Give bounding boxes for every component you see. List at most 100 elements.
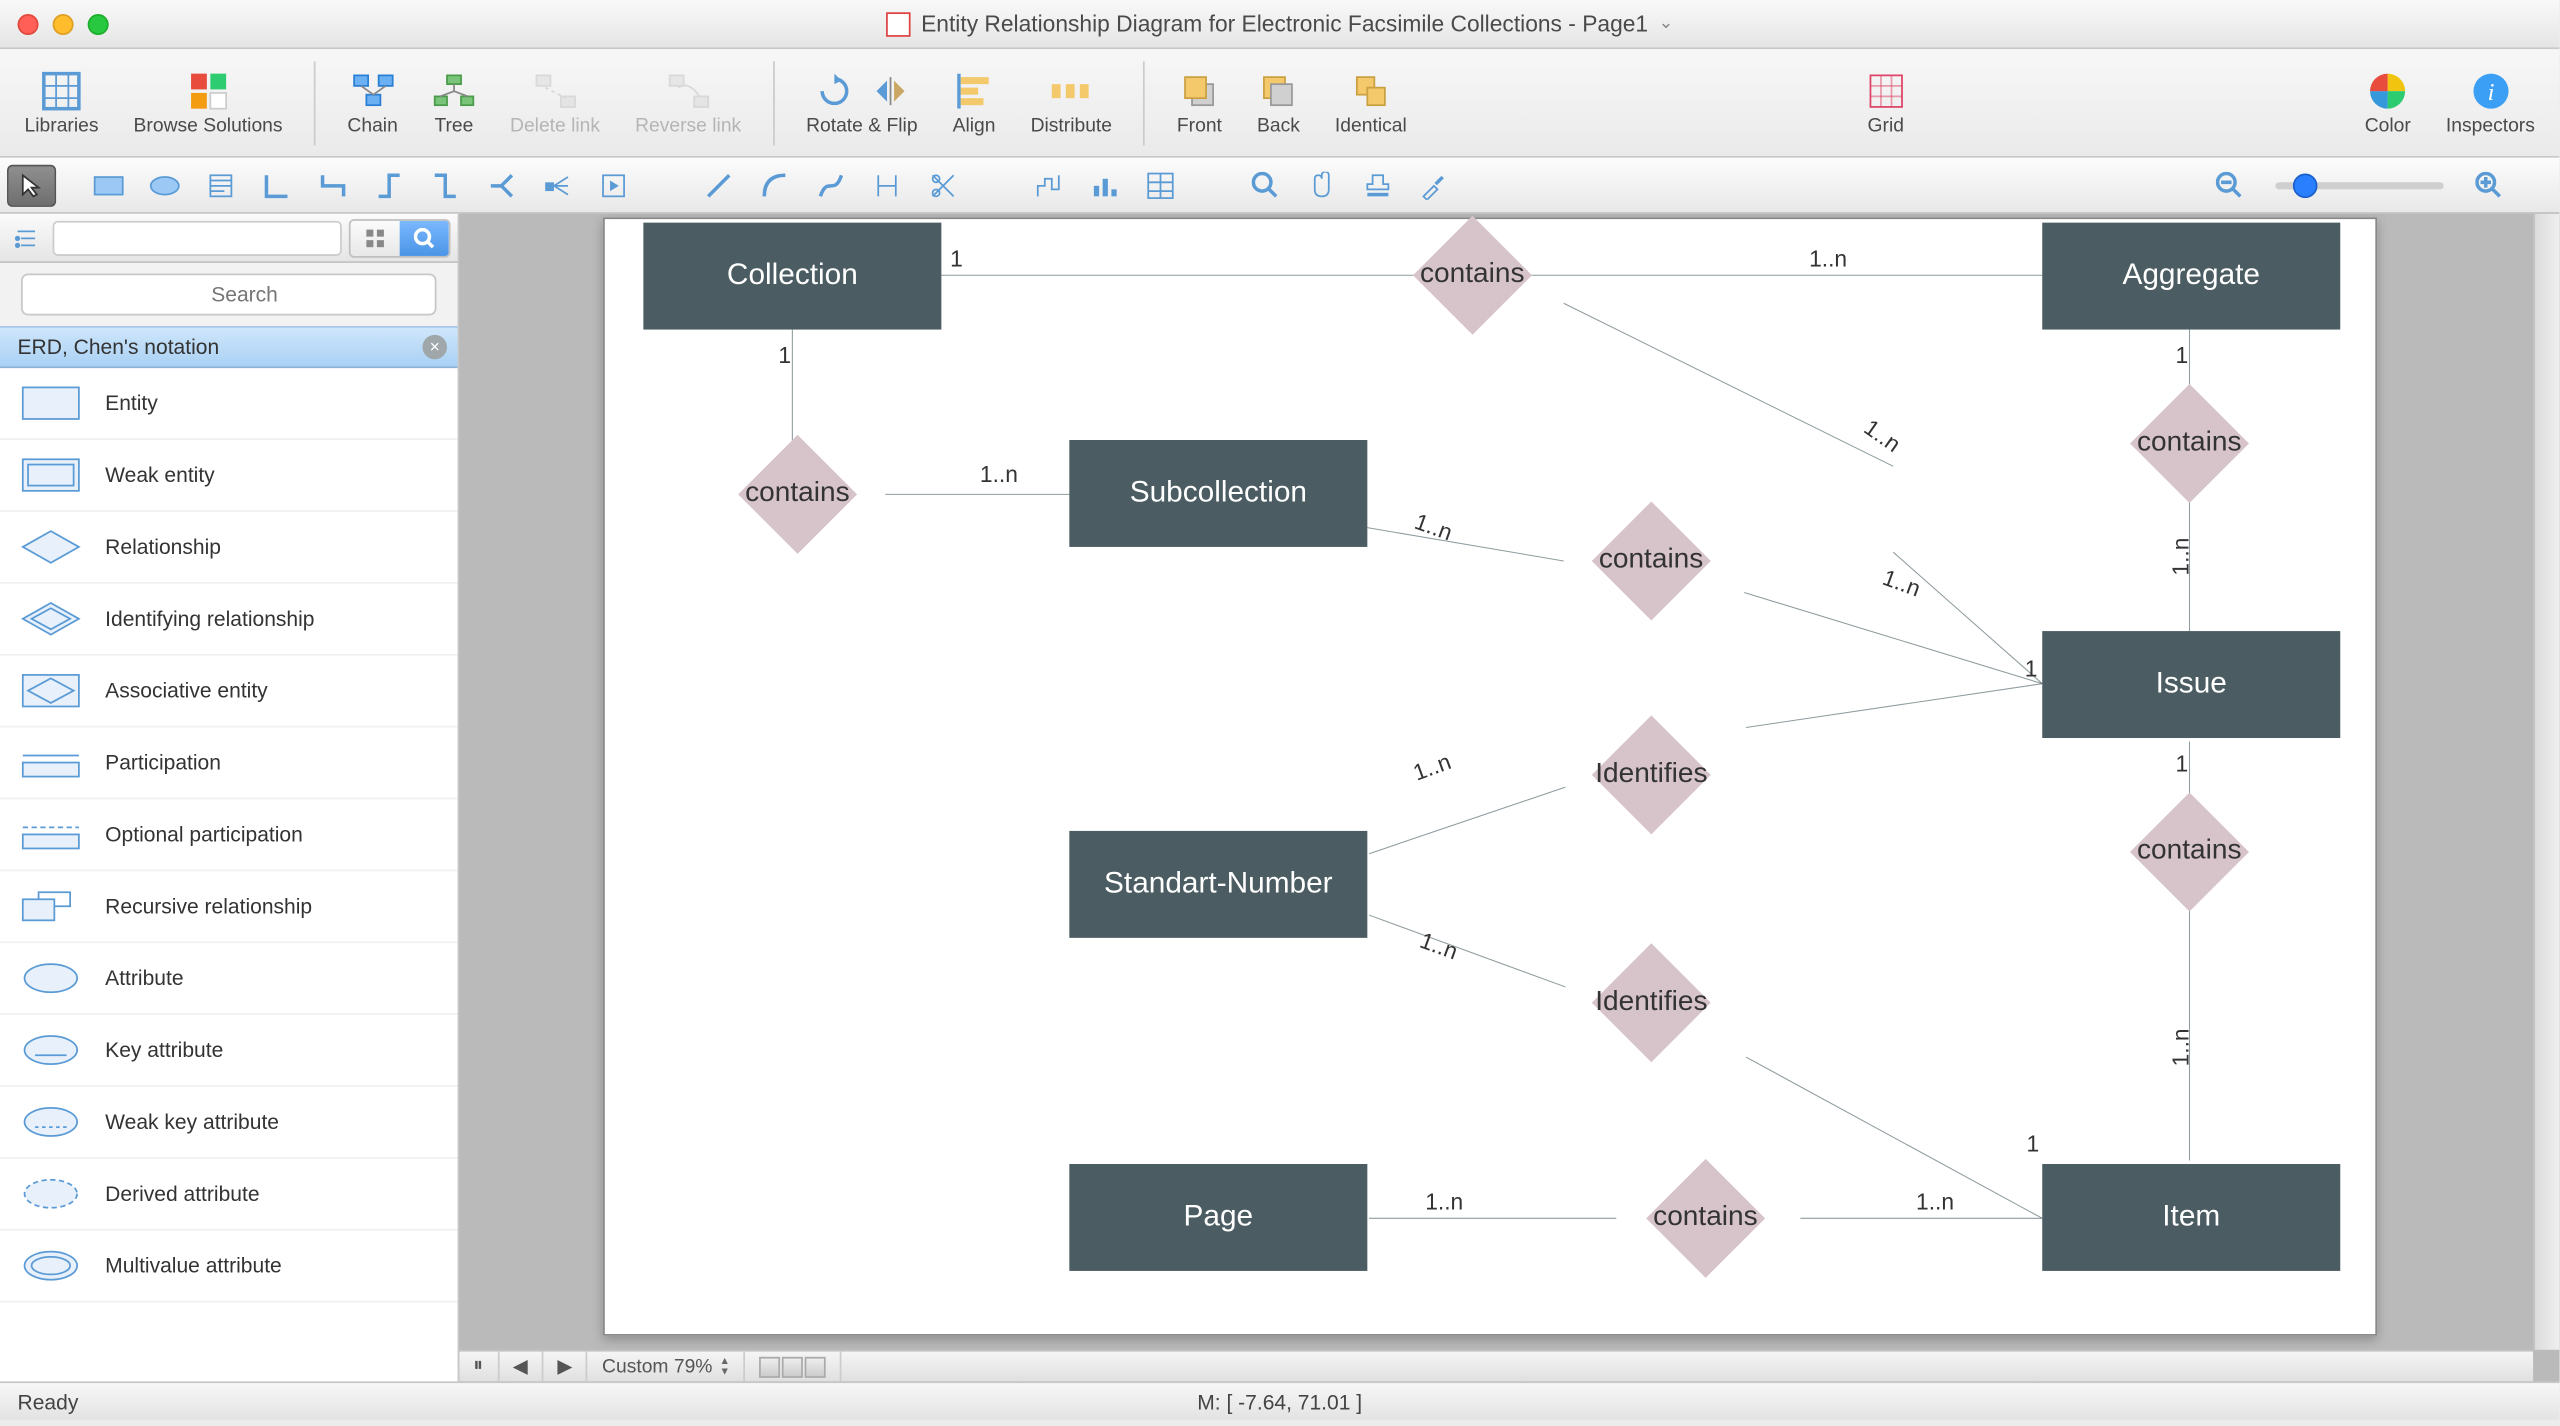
tree-label: Tree: [434, 115, 473, 136]
tree-view-icon[interactable]: [7, 216, 46, 258]
trim-tool[interactable]: [919, 164, 968, 206]
hand-tool[interactable]: [1297, 164, 1346, 206]
spline-tool[interactable]: [806, 164, 855, 206]
list-item-label: Participation: [105, 750, 221, 775]
zoom-slider-thumb[interactable]: [2293, 173, 2318, 198]
pause-button[interactable]: ⏸: [459, 1352, 498, 1382]
entity-box[interactable]: Standart-Number: [1069, 831, 1367, 938]
canvas-area[interactable]: Collection Aggregate Subcollection Issue…: [459, 214, 2559, 1381]
close-icon[interactable]: ×: [422, 335, 447, 360]
list-item[interactable]: Participation: [0, 727, 458, 799]
list-item[interactable]: Associative entity: [0, 656, 458, 728]
rotate-flip-button[interactable]: Rotate & Flip: [796, 66, 929, 140]
list-item[interactable]: Entity: [0, 368, 458, 440]
library-path-input[interactable]: [53, 220, 342, 255]
tree-button[interactable]: Tree: [422, 66, 485, 140]
color-button[interactable]: Color: [2354, 66, 2421, 140]
pointer-tool[interactable]: [7, 164, 56, 206]
reverse-link-label: Reverse link: [635, 115, 741, 136]
zoom-slider[interactable]: [2275, 181, 2443, 188]
list-item[interactable]: Weak entity: [0, 440, 458, 512]
connector-zigzag-tool[interactable]: [421, 164, 470, 206]
connector-elbow-tool[interactable]: [365, 164, 414, 206]
chart-tool[interactable]: [1080, 164, 1129, 206]
distribute-button[interactable]: Distribute: [1020, 66, 1122, 140]
cardinality-label: 1..n: [2167, 538, 2193, 576]
entity-box[interactable]: Subcollection: [1069, 440, 1367, 547]
list-item[interactable]: Key attribute: [0, 1015, 458, 1087]
libraries-button[interactable]: Libraries: [14, 66, 109, 140]
next-page-button[interactable]: ▶: [543, 1352, 588, 1382]
tree-icon: [433, 69, 475, 111]
front-button[interactable]: Front: [1166, 66, 1232, 140]
list-item[interactable]: Attribute: [0, 943, 458, 1015]
vertical-scrollbar[interactable]: [2533, 214, 2559, 1350]
identical-button[interactable]: Identical: [1324, 66, 1417, 140]
line-tool[interactable]: [694, 164, 743, 206]
prev-page-button[interactable]: ◀: [499, 1352, 544, 1382]
entity-box[interactable]: Issue: [2042, 631, 2340, 738]
timeline-tool[interactable]: [1024, 164, 1073, 206]
connector-l-tool[interactable]: [252, 164, 301, 206]
front-label: Front: [1177, 115, 1222, 136]
arc-tool[interactable]: [750, 164, 799, 206]
list-item[interactable]: Multivalue attribute: [0, 1231, 458, 1303]
library-category[interactable]: ERD, Chen's notation ×: [0, 326, 458, 368]
connector-step-tool[interactable]: [309, 164, 358, 206]
maximize-button[interactable]: [88, 13, 109, 34]
relationship-diamond[interactable]: Identifies: [1592, 943, 1711, 1062]
inspectors-button[interactable]: i Inspectors: [2435, 66, 2545, 140]
text-tool[interactable]: [196, 164, 245, 206]
entity-box[interactable]: Item: [2042, 1164, 2340, 1271]
zoom-in-button[interactable]: [2465, 164, 2514, 206]
library-search-input[interactable]: [21, 273, 436, 315]
back-button[interactable]: Back: [1246, 66, 1310, 140]
align-button[interactable]: Align: [942, 66, 1006, 140]
relationship-diamond[interactable]: Identifies: [1592, 715, 1711, 834]
zoom-level[interactable]: Custom 79%▲▼: [588, 1352, 746, 1382]
list-item[interactable]: Derived attribute: [0, 1159, 458, 1231]
relationship-diamond[interactable]: contains: [2130, 384, 2249, 503]
stamp-tool[interactable]: [1353, 164, 1402, 206]
dimension-tool[interactable]: [862, 164, 911, 206]
relationship-diamond[interactable]: contains: [1646, 1159, 1765, 1278]
grid-button[interactable]: Grid: [1854, 66, 1917, 140]
rectangle-tool[interactable]: [84, 164, 133, 206]
entity-box[interactable]: Aggregate: [2042, 223, 2340, 330]
table-tool[interactable]: [1136, 164, 1185, 206]
zoom-tool[interactable]: [1241, 164, 1290, 206]
attribute-icon: [18, 955, 85, 1001]
relationship-diamond[interactable]: contains: [1592, 501, 1711, 620]
minimize-button[interactable]: [53, 13, 74, 34]
list-item[interactable]: Weak key attribute: [0, 1087, 458, 1159]
list-item[interactable]: Identifying relationship: [0, 584, 458, 656]
zoom-stepper[interactable]: ▲▼: [719, 1356, 729, 1377]
entity-box[interactable]: Collection: [643, 223, 941, 330]
list-item[interactable]: Optional participation: [0, 799, 458, 871]
diagram-page[interactable]: Collection Aggregate Subcollection Issue…: [603, 217, 2377, 1335]
browse-solutions-button[interactable]: Browse Solutions: [123, 66, 293, 140]
search-view-button[interactable]: [400, 220, 449, 255]
eyedropper-tool[interactable]: [1409, 164, 1458, 206]
list-item[interactable]: Recursive relationship: [0, 871, 458, 943]
connector-many-tool[interactable]: [533, 164, 582, 206]
close-button[interactable]: [18, 13, 39, 34]
shape-list[interactable]: Entity Weak entity Relationship Identify…: [0, 368, 458, 1381]
zoom-out-button[interactable]: [2205, 164, 2254, 206]
grid-view-button[interactable]: [351, 220, 400, 255]
entity-box[interactable]: Page: [1069, 1164, 1367, 1271]
insert-tool[interactable]: [589, 164, 638, 206]
chain-button[interactable]: Chain: [337, 66, 408, 140]
relationship-diamond[interactable]: contains: [2130, 792, 2249, 911]
delete-link-icon: [534, 69, 576, 111]
ellipse-tool[interactable]: [140, 164, 189, 206]
multivalue-attribute-icon: [18, 1243, 85, 1289]
cardinality-label: 1..n: [1411, 508, 1456, 546]
list-item[interactable]: Relationship: [0, 512, 458, 584]
relationship-diamond[interactable]: contains: [738, 435, 857, 554]
chevron-down-icon[interactable]: ⌄: [1659, 14, 1674, 33]
connector-split-tool[interactable]: [477, 164, 526, 206]
relationship-diamond[interactable]: contains: [1413, 216, 1532, 335]
layer-buttons[interactable]: [746, 1352, 842, 1382]
optional-participation-icon: [18, 812, 85, 858]
